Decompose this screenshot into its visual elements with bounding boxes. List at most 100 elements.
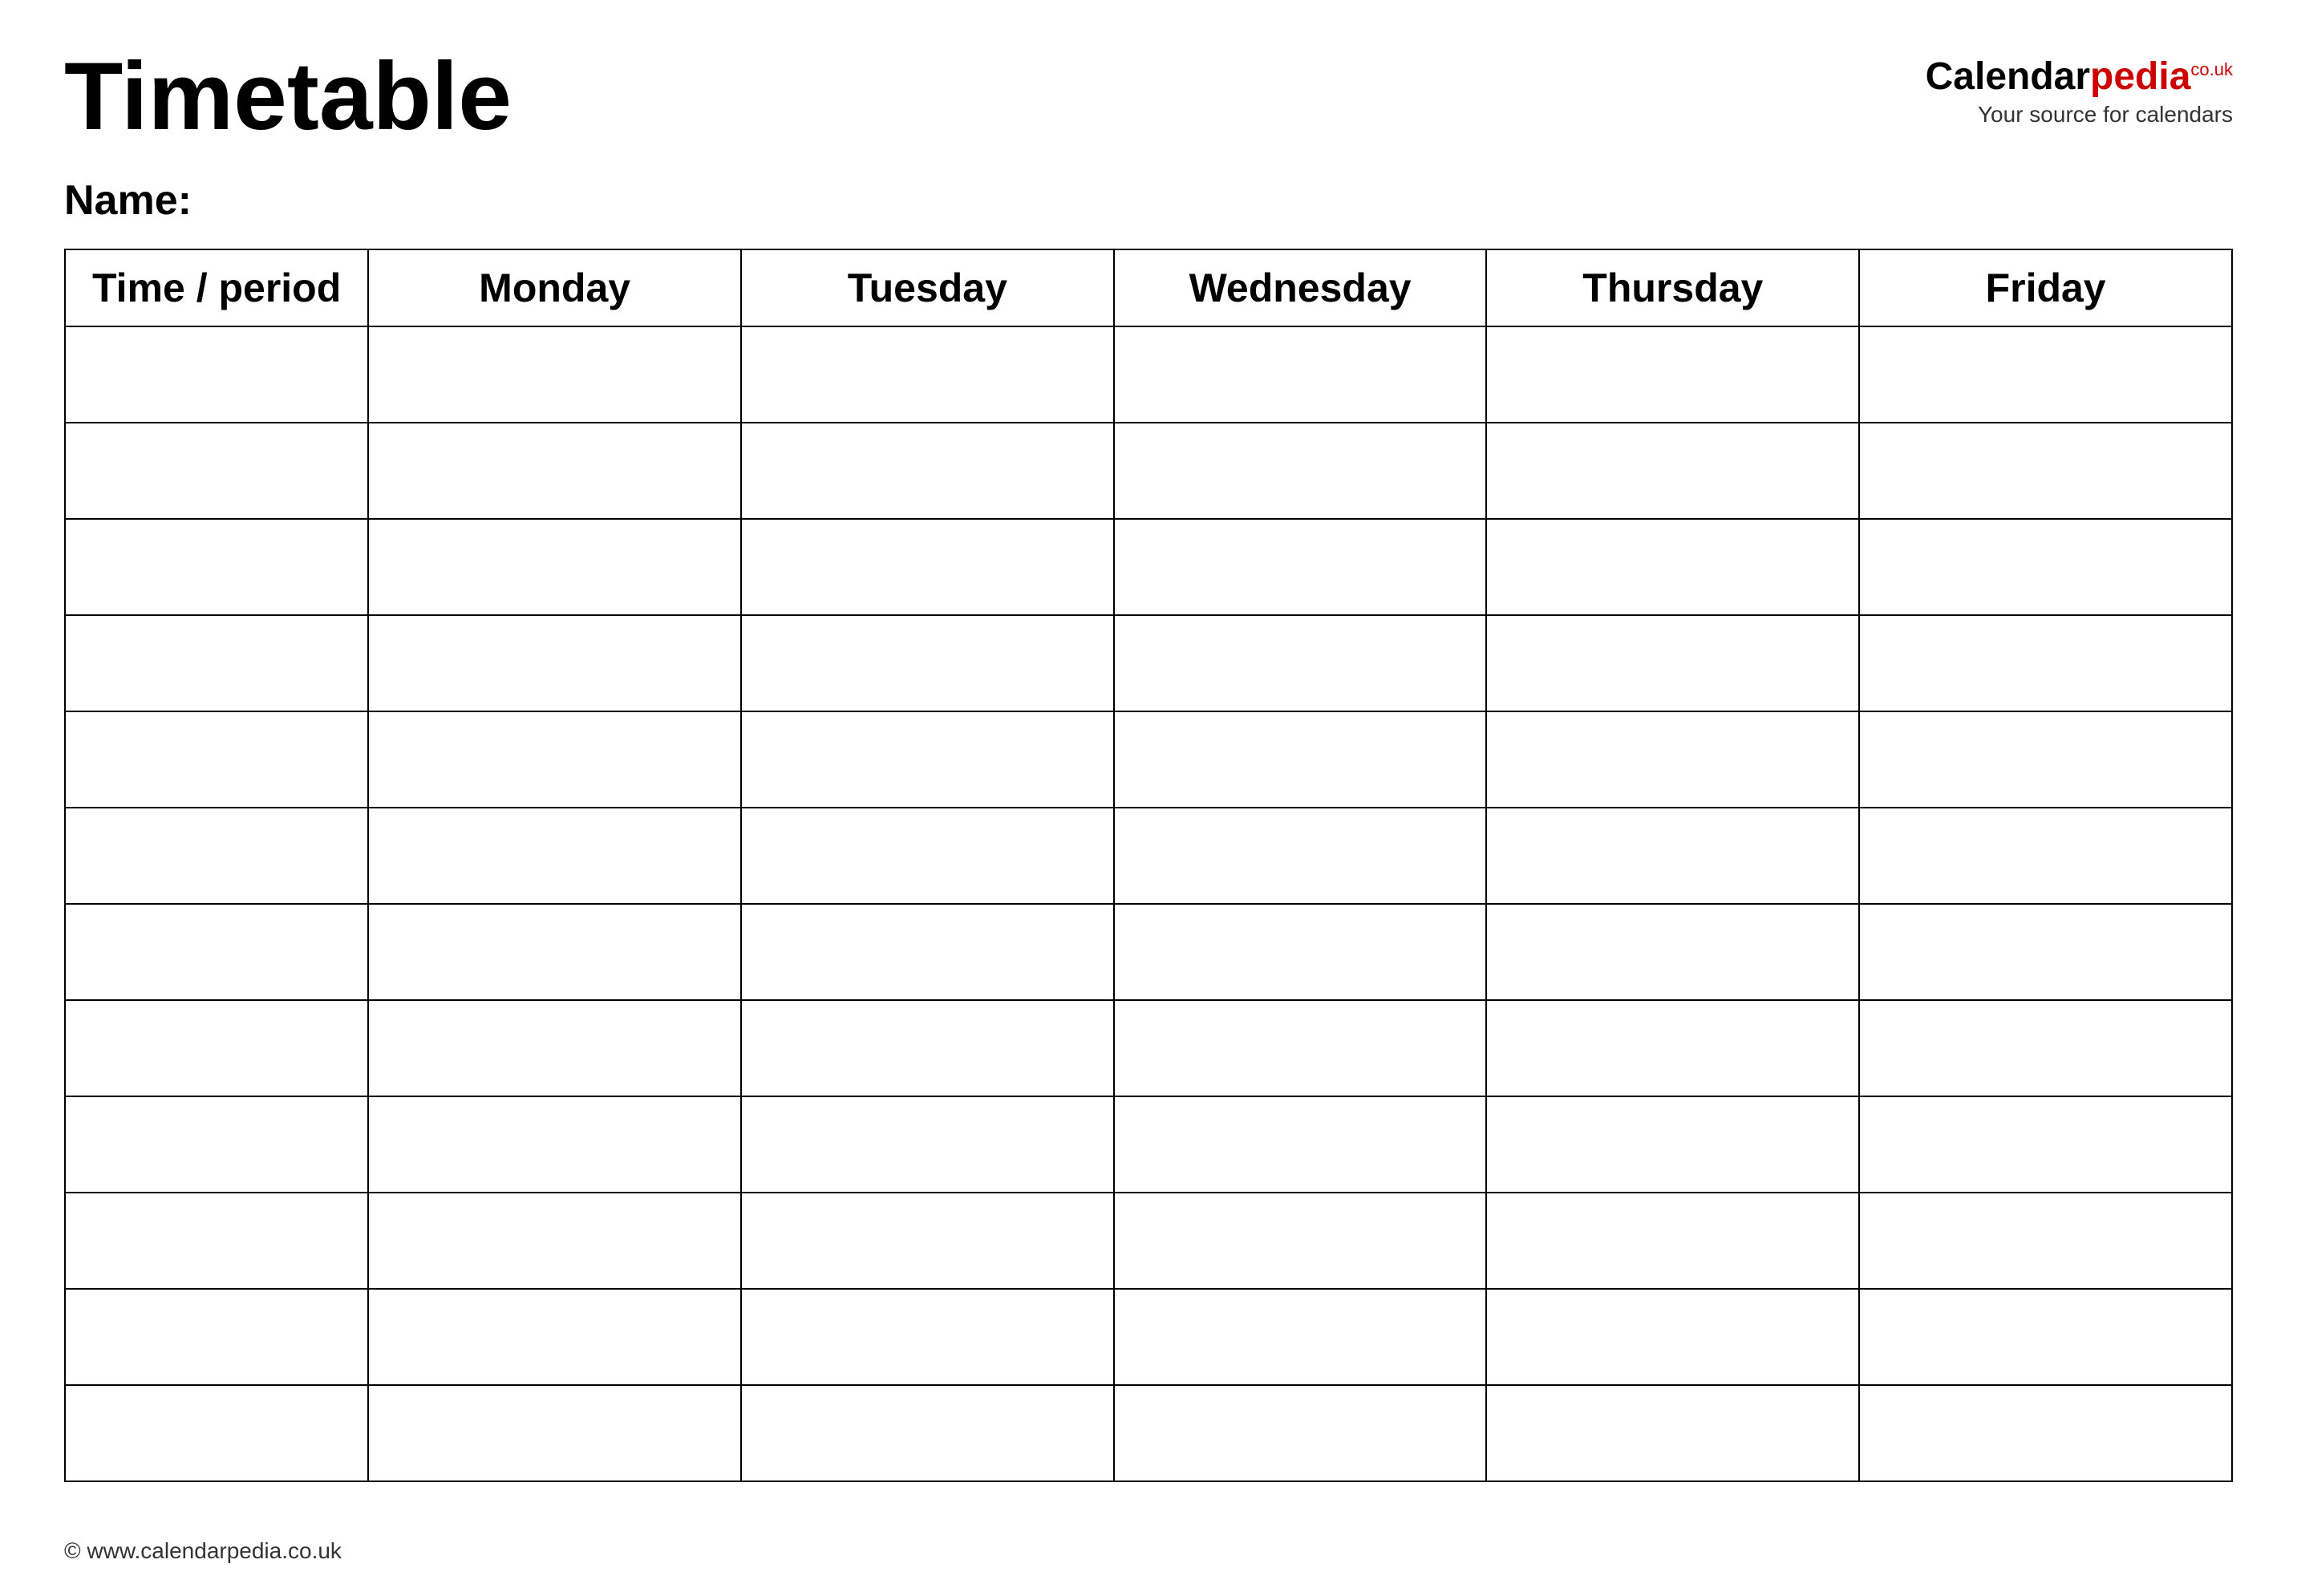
cell-tuesday[interactable] <box>741 1000 1114 1096</box>
cell-monday[interactable] <box>368 423 741 519</box>
table-row <box>65 423 2232 519</box>
cell-thursday[interactable] <box>1486 1385 1859 1481</box>
cell-tuesday[interactable] <box>741 808 1114 904</box>
cell-monday[interactable] <box>368 808 741 904</box>
cell-wednesday[interactable] <box>1114 1193 1487 1289</box>
logo-container: Calendarpediaco.uk Your source for calen… <box>1926 48 2233 128</box>
name-label: Name: <box>64 177 192 224</box>
logo-co: co.uk <box>2190 59 2233 79</box>
cell-wednesday[interactable] <box>1114 615 1487 711</box>
cell-monday[interactable] <box>368 1193 741 1289</box>
cell-time[interactable] <box>65 326 368 423</box>
table-row <box>65 1193 2232 1289</box>
cell-thursday[interactable] <box>1486 1000 1859 1096</box>
footer-url: © www.calendarpedia.co.uk <box>64 1538 342 1563</box>
table-row <box>65 711 2232 808</box>
cell-thursday[interactable] <box>1486 1289 1859 1385</box>
cell-friday[interactable] <box>1859 1289 2232 1385</box>
cell-wednesday[interactable] <box>1114 326 1487 423</box>
cell-thursday[interactable] <box>1486 1193 1859 1289</box>
logo-calendar: Calendar <box>1926 55 2090 98</box>
cell-wednesday[interactable] <box>1114 1096 1487 1193</box>
cell-monday[interactable] <box>368 615 741 711</box>
cell-friday[interactable] <box>1859 423 2232 519</box>
cell-time[interactable] <box>65 904 368 1000</box>
cell-friday[interactable] <box>1859 711 2232 808</box>
cell-time[interactable] <box>65 1289 368 1385</box>
cell-wednesday[interactable] <box>1114 423 1487 519</box>
cell-thursday[interactable] <box>1486 326 1859 423</box>
timetable: Time / period Monday Tuesday Wednesday T… <box>64 249 2233 1482</box>
cell-thursday[interactable] <box>1486 1096 1859 1193</box>
name-row: Name: <box>64 176 2233 225</box>
cell-tuesday[interactable] <box>741 711 1114 808</box>
header-wednesday: Wednesday <box>1114 249 1487 326</box>
table-header-row: Time / period Monday Tuesday Wednesday T… <box>65 249 2232 326</box>
cell-thursday[interactable] <box>1486 711 1859 808</box>
cell-tuesday[interactable] <box>741 904 1114 1000</box>
table-row <box>65 1289 2232 1385</box>
table-row <box>65 904 2232 1000</box>
cell-tuesday[interactable] <box>741 615 1114 711</box>
cell-tuesday[interactable] <box>741 326 1114 423</box>
cell-time[interactable] <box>65 711 368 808</box>
cell-tuesday[interactable] <box>741 1385 1114 1481</box>
cell-monday[interactable] <box>368 1385 741 1481</box>
header-time: Time / period <box>65 249 368 326</box>
cell-wednesday[interactable] <box>1114 1000 1487 1096</box>
cell-tuesday[interactable] <box>741 1289 1114 1385</box>
cell-tuesday[interactable] <box>741 423 1114 519</box>
cell-time[interactable] <box>65 423 368 519</box>
page-title: Timetable <box>64 48 512 144</box>
cell-monday[interactable] <box>368 1096 741 1193</box>
header-tuesday: Tuesday <box>741 249 1114 326</box>
cell-wednesday[interactable] <box>1114 1289 1487 1385</box>
cell-wednesday[interactable] <box>1114 1385 1487 1481</box>
table-row <box>65 1385 2232 1481</box>
cell-monday[interactable] <box>368 1000 741 1096</box>
cell-friday[interactable] <box>1859 615 2232 711</box>
cell-time[interactable] <box>65 1096 368 1193</box>
cell-time[interactable] <box>65 519 368 615</box>
cell-thursday[interactable] <box>1486 519 1859 615</box>
cell-tuesday[interactable] <box>741 519 1114 615</box>
cell-time[interactable] <box>65 1385 368 1481</box>
cell-thursday[interactable] <box>1486 615 1859 711</box>
cell-time[interactable] <box>65 1193 368 1289</box>
table-row <box>65 1000 2232 1096</box>
cell-monday[interactable] <box>368 711 741 808</box>
page: Timetable Calendarpediaco.uk Your source… <box>0 0 2297 1596</box>
cell-monday[interactable] <box>368 326 741 423</box>
cell-time[interactable] <box>65 615 368 711</box>
cell-thursday[interactable] <box>1486 904 1859 1000</box>
cell-time[interactable] <box>65 1000 368 1096</box>
table-row <box>65 326 2232 423</box>
cell-wednesday[interactable] <box>1114 904 1487 1000</box>
cell-monday[interactable] <box>368 1289 741 1385</box>
cell-monday[interactable] <box>368 904 741 1000</box>
cell-tuesday[interactable] <box>741 1193 1114 1289</box>
cell-wednesday[interactable] <box>1114 519 1487 615</box>
header-monday: Monday <box>368 249 741 326</box>
header-thursday: Thursday <box>1486 249 1859 326</box>
table-row <box>65 1096 2232 1193</box>
cell-friday[interactable] <box>1859 1385 2232 1481</box>
cell-friday[interactable] <box>1859 808 2232 904</box>
cell-thursday[interactable] <box>1486 423 1859 519</box>
cell-wednesday[interactable] <box>1114 808 1487 904</box>
logo-pedia: pedia <box>2090 55 2190 98</box>
logo-tagline: Your source for calendars <box>1978 102 2233 128</box>
cell-time[interactable] <box>65 808 368 904</box>
cell-tuesday[interactable] <box>741 1096 1114 1193</box>
cell-friday[interactable] <box>1859 326 2232 423</box>
cell-wednesday[interactable] <box>1114 711 1487 808</box>
cell-friday[interactable] <box>1859 1000 2232 1096</box>
header-friday: Friday <box>1859 249 2232 326</box>
cell-thursday[interactable] <box>1486 808 1859 904</box>
cell-friday[interactable] <box>1859 904 2232 1000</box>
cell-monday[interactable] <box>368 519 741 615</box>
cell-friday[interactable] <box>1859 1193 2232 1289</box>
table-row <box>65 519 2232 615</box>
cell-friday[interactable] <box>1859 1096 2232 1193</box>
cell-friday[interactable] <box>1859 519 2232 615</box>
